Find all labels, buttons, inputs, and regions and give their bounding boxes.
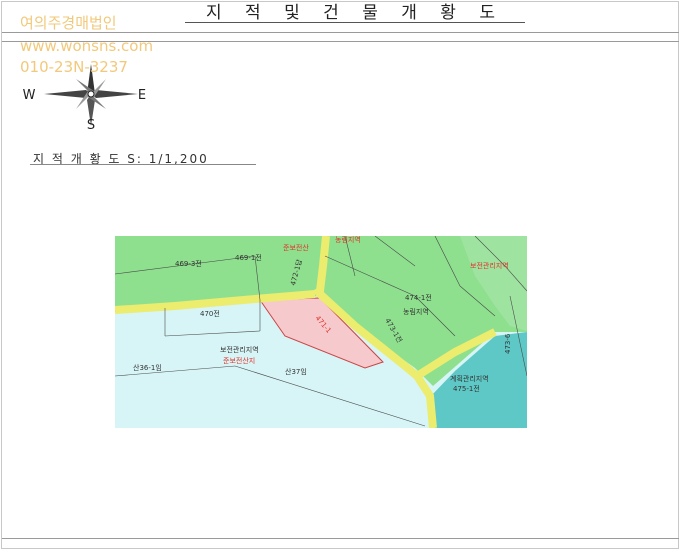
parcel-label-470: 470전 xyxy=(200,309,220,318)
compass-east-label: E xyxy=(138,88,146,103)
compass-west-arrow xyxy=(44,90,91,98)
parcel-label-469-3: 469-3전 xyxy=(175,259,202,268)
document-title: 지 적 및 건 물 개 황 도 xyxy=(206,3,504,23)
parcel-label-36-1: 산36-1임 xyxy=(133,363,162,372)
parcel-label-469-1: 469-1전 xyxy=(235,253,262,262)
parcel-label-37: 산37임 xyxy=(285,367,307,376)
parcel-label-473-6: 473-6 xyxy=(504,333,512,354)
zone-label-conservation: 보전관리지역 xyxy=(220,345,259,354)
compass-east-arrow xyxy=(91,90,138,98)
zone-label-plan: 계획관리지역 xyxy=(450,374,489,383)
scale-underline xyxy=(30,164,256,165)
compass-west-label: W xyxy=(23,88,36,103)
parcel-label-475-1: 475-1전 xyxy=(453,384,480,393)
top-zone-label: 농림지역 xyxy=(335,236,361,244)
cadastral-map: 469-3전 469-1전 472-1답 474-1전 농림지역 470전 47… xyxy=(115,236,527,428)
watermark-phone: 010-23N-3237 xyxy=(20,58,128,76)
header-divider xyxy=(2,32,679,33)
zone-label-red-top: 준보전산 xyxy=(283,243,309,252)
parcel-label-474-1: 474-1전 xyxy=(405,293,432,302)
zone-label-forest: 준보전산지 xyxy=(223,356,255,365)
top-right-zone-label: 보전관리지역 xyxy=(470,261,509,270)
footer-divider xyxy=(2,538,679,539)
watermark-company: 여의주경매법인 xyxy=(20,14,117,32)
compass-south-label: S xyxy=(87,118,95,132)
watermark-website: www.wonsns.com xyxy=(20,37,154,55)
title-underline xyxy=(185,22,525,23)
zone-label-agri: 농림지역 xyxy=(403,307,429,316)
